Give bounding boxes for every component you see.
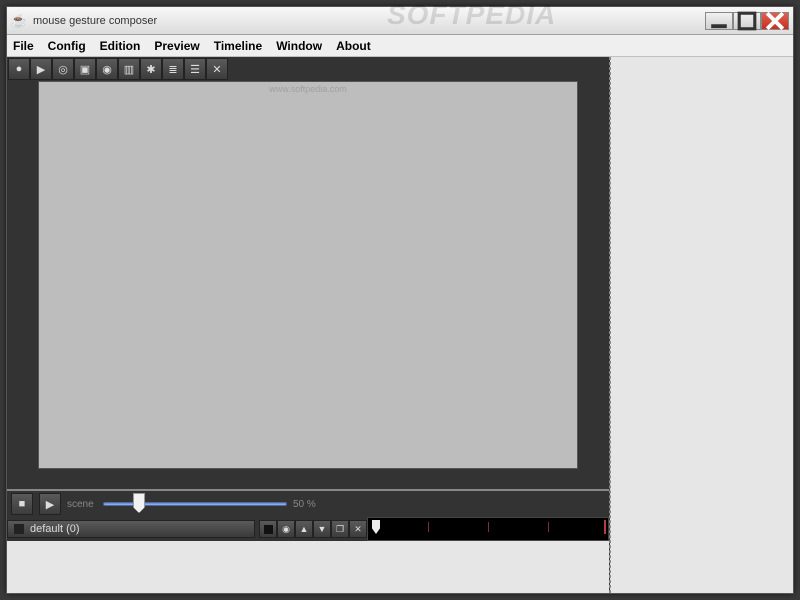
canvas[interactable]: www.softpedia.com: [38, 81, 578, 469]
menu-config[interactable]: Config: [48, 39, 86, 53]
eye-icon: ◉: [282, 524, 290, 535]
record-button[interactable]: ●: [8, 58, 30, 80]
layer-color-button[interactable]: [259, 520, 277, 538]
scene-folder-button[interactable]: ■: [11, 493, 33, 515]
target-icon: ◎: [58, 63, 68, 76]
timeline-cursor[interactable]: [372, 520, 380, 534]
background-watermark: SOFTPEDIA: [387, 0, 556, 31]
square-icon: [264, 525, 273, 534]
layer-color-swatch-icon: [14, 524, 24, 534]
play-icon: ▶: [37, 63, 45, 76]
chevron-up-icon: ▲: [300, 524, 309, 534]
folder-icon: ■: [19, 498, 26, 510]
timeline-track[interactable]: [367, 517, 609, 541]
chevron-down-icon: ▼: [318, 524, 327, 534]
menu-edition[interactable]: Edition: [100, 39, 141, 53]
delete-button[interactable]: ✕: [206, 58, 228, 80]
close-icon: ✕: [354, 524, 362, 535]
layer-visible-button[interactable]: ◉: [277, 520, 295, 538]
columns-button[interactable]: ▥: [118, 58, 140, 80]
slider-label-left: scene: [67, 499, 97, 510]
layer-label: default (0): [30, 523, 80, 535]
canvas-watermark: www.softpedia.com: [269, 84, 347, 94]
bottom-panel: [7, 541, 609, 593]
menu-about[interactable]: About: [336, 39, 371, 53]
menubar: File Config Edition Preview Timeline Win…: [7, 35, 793, 57]
window-title: mouse gesture composer: [33, 15, 157, 27]
speed-slider[interactable]: [103, 496, 287, 512]
slider-thumb[interactable]: [133, 493, 145, 513]
snowflake-icon: ✱: [146, 63, 155, 76]
fullscreen-button[interactable]: ▣: [74, 58, 96, 80]
square-target-icon: ◉: [102, 63, 112, 76]
slider-label-right: 50 %: [293, 499, 323, 510]
minimize-button[interactable]: [705, 12, 733, 30]
copy-icon: ❐: [336, 524, 344, 535]
columns-icon: ▥: [124, 63, 134, 76]
list-button[interactable]: ☰: [184, 58, 206, 80]
app-window: SOFTPEDIA ☕ mouse gesture composer File …: [6, 6, 794, 594]
layer-item[interactable]: default (0): [7, 520, 255, 538]
scene-play-button[interactable]: ▶: [39, 493, 61, 515]
right-panel: [610, 57, 793, 593]
main-toolbar: ● ▶ ◎ ▣ ◉ ▥ ✱ ≣ ☰ ✕: [7, 57, 609, 81]
layer-duplicate-button[interactable]: ❐: [331, 520, 349, 538]
menu-window[interactable]: Window: [276, 39, 322, 53]
close-window-button[interactable]: [761, 12, 789, 30]
menu-timeline[interactable]: Timeline: [214, 39, 262, 53]
target-button[interactable]: ◎: [52, 58, 74, 80]
play-button[interactable]: ▶: [30, 58, 52, 80]
close-icon: ✕: [212, 63, 221, 76]
maximize-button[interactable]: [733, 12, 761, 30]
record-icon: ●: [16, 63, 23, 75]
java-icon: ☕: [11, 13, 27, 29]
settings-button[interactable]: ✱: [140, 58, 162, 80]
code-button[interactable]: ≣: [162, 58, 184, 80]
fit-button[interactable]: ◉: [96, 58, 118, 80]
slider-row: ■ ▶ scene 50 %: [7, 491, 609, 517]
timeline-end-marker: [604, 520, 606, 534]
layer-up-button[interactable]: ▲: [295, 520, 313, 538]
fullscreen-icon: ▣: [80, 63, 90, 76]
menu-preview[interactable]: Preview: [154, 39, 199, 53]
code-icon: ≣: [168, 63, 177, 76]
layer-delete-button[interactable]: ✕: [349, 520, 367, 538]
layer-down-button[interactable]: ▼: [313, 520, 331, 538]
play-icon: ▶: [46, 498, 54, 511]
menu-file[interactable]: File: [13, 39, 34, 53]
list-icon: ☰: [190, 63, 200, 76]
